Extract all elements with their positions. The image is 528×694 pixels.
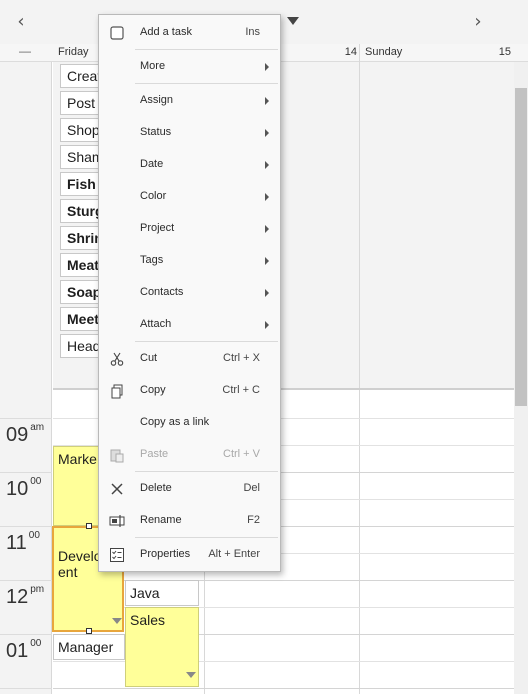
menu-label: Paste	[140, 448, 169, 460]
chevron-left-icon[interactable]: ‹	[13, 12, 29, 32]
day-number-sunday[interactable]: 15	[481, 46, 511, 58]
menu-item-copy-as-link[interactable]: Copy as a link	[99, 412, 280, 434]
menu-item-copy[interactable]: Copy Ctrl + C	[99, 380, 280, 402]
menu-item-properties[interactable]: Properties Alt + Enter	[99, 544, 280, 566]
hour-label-9: 09 am	[6, 422, 45, 446]
chevron-right-icon[interactable]: ›	[470, 12, 486, 32]
menu-item-status[interactable]: Status	[99, 122, 280, 144]
menu-label: Project	[140, 222, 175, 234]
menu-label: Attach	[140, 318, 172, 330]
submenu-arrow-icon	[265, 321, 269, 329]
event-expand-icon[interactable]	[112, 618, 122, 624]
properties-icon	[110, 548, 124, 562]
gutter-line	[0, 634, 52, 635]
menu-label: Copy	[140, 384, 166, 396]
event-sales[interactable]: Sales	[125, 607, 199, 687]
copy-icon	[111, 384, 123, 399]
menu-item-rename[interactable]: Rename F2	[99, 510, 280, 532]
submenu-arrow-icon	[265, 257, 269, 265]
x-icon	[111, 483, 123, 495]
context-menu: Add a task Ins More Assign Status Date C…	[98, 14, 281, 572]
menu-separator	[135, 537, 278, 538]
hour-label-12: 12 pm	[6, 584, 45, 608]
menu-item-contacts[interactable]: Contacts	[99, 282, 280, 304]
menu-shortcut: Alt + Enter	[208, 548, 260, 560]
hour-label-1: 01 00	[6, 638, 42, 662]
collapse-allday-button[interactable]: —	[19, 44, 31, 58]
event-java[interactable]: Java	[125, 580, 199, 606]
menu-item-more[interactable]: More	[99, 56, 280, 78]
menu-item-add-task[interactable]: Add a task Ins	[99, 22, 280, 44]
menu-item-project[interactable]: Project	[99, 218, 280, 240]
menu-item-delete[interactable]: Delete Del	[99, 478, 280, 500]
event-title: Marke	[58, 451, 97, 467]
menu-shortcut: Ctrl + V	[223, 448, 260, 460]
menu-separator	[135, 341, 278, 342]
submenu-arrow-icon	[265, 129, 269, 137]
menu-label: More	[140, 60, 166, 72]
menu-item-cut[interactable]: Cut Ctrl + X	[99, 348, 280, 370]
menu-shortcut: Ctrl + X	[223, 352, 260, 364]
hour-label-10: 10 00	[6, 476, 42, 500]
menu-label: Color	[140, 190, 167, 202]
caret-down-icon[interactable]	[286, 16, 300, 26]
scrollbar-thumb[interactable]	[515, 88, 527, 406]
menu-shortcut: Ins	[245, 26, 260, 38]
gutter-line	[0, 472, 52, 473]
event-manager[interactable]: Manager	[53, 634, 125, 660]
event-title: Java	[130, 585, 160, 601]
menu-shortcut: Ctrl + C	[222, 384, 260, 396]
grid-line	[53, 688, 514, 689]
menu-separator	[135, 471, 278, 472]
menu-item-date[interactable]: Date	[99, 154, 280, 176]
hour-label-11: 11 00	[6, 530, 40, 554]
menu-label: Delete	[140, 482, 172, 494]
menu-shortcut: F2	[247, 514, 260, 526]
day-number-saturday[interactable]: 14	[327, 46, 357, 58]
menu-item-paste[interactable]: Paste Ctrl + V	[99, 444, 280, 466]
menu-label: Properties	[140, 548, 191, 560]
menu-label: Copy as a link	[140, 416, 210, 428]
menu-label: Status	[140, 126, 172, 138]
submenu-arrow-icon	[265, 97, 269, 105]
day-name-friday[interactable]: Friday	[58, 46, 89, 58]
menu-label: Rename	[140, 514, 182, 526]
submenu-arrow-icon	[265, 225, 269, 233]
menu-item-tags[interactable]: Tags	[99, 250, 280, 272]
menu-label: Assign	[140, 94, 174, 106]
menu-label: Date	[140, 158, 164, 170]
paste-icon	[110, 449, 124, 463]
event-title: Sales	[130, 612, 166, 628]
submenu-arrow-icon	[265, 63, 269, 71]
gutter-line	[0, 580, 52, 581]
submenu-arrow-icon	[265, 289, 269, 297]
menu-shortcut: Del	[243, 482, 260, 494]
event-title: Develo ent	[58, 548, 102, 580]
gutter-line	[0, 526, 52, 527]
menu-item-assign[interactable]: Assign	[99, 90, 280, 112]
event-expand-icon[interactable]	[186, 672, 196, 678]
gutter-line	[0, 688, 52, 689]
submenu-arrow-icon	[265, 161, 269, 169]
menu-label: Add a task	[140, 26, 192, 38]
day-name-sunday[interactable]: Sunday	[365, 46, 402, 58]
scissors-icon	[110, 352, 124, 366]
event-marketing[interactable]: Marke	[53, 446, 99, 526]
event-title: Manager	[58, 639, 114, 655]
menu-label: Cut	[140, 352, 158, 364]
checkbox-icon	[110, 26, 124, 40]
grid-line	[53, 661, 514, 662]
column-divider	[359, 44, 360, 694]
menu-label: Tags	[140, 254, 164, 266]
menu-separator	[135, 49, 278, 50]
menu-separator	[135, 83, 278, 84]
resize-handle-top[interactable]	[86, 523, 92, 529]
menu-item-color[interactable]: Color	[99, 186, 280, 208]
menu-item-attach[interactable]: Attach	[99, 314, 280, 336]
gutter-line	[0, 418, 52, 419]
menu-label: Contacts	[140, 286, 184, 298]
rename-icon	[109, 515, 125, 527]
submenu-arrow-icon	[265, 193, 269, 201]
